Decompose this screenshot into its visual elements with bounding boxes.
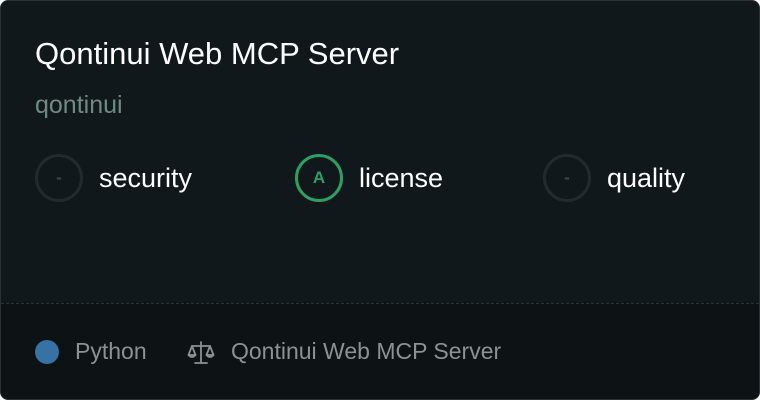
card-footer: Python Qontinui Web MCP Server: [1, 303, 759, 399]
server-title[interactable]: Qontinui Web MCP Server: [35, 35, 399, 73]
score-security: - security: [35, 154, 192, 202]
quality-grade-badge: -: [543, 154, 591, 202]
language-color-dot: [35, 340, 59, 364]
language-name: Python: [75, 338, 147, 364]
license-label: license: [359, 163, 444, 193]
quality-label: quality: [607, 163, 686, 193]
score-license: A license: [295, 154, 443, 202]
scale-icon: [187, 341, 215, 364]
score-quality: - quality: [543, 154, 685, 202]
server-owner[interactable]: qontinui: [35, 89, 123, 121]
security-grade-badge: -: [35, 154, 83, 202]
security-label: security: [99, 163, 193, 193]
mcp-server-card[interactable]: Qontinui Web MCP Server qontinui - secur…: [0, 0, 760, 400]
license-name: Qontinui Web MCP Server: [231, 338, 502, 364]
license-grade-badge: A: [295, 154, 343, 202]
